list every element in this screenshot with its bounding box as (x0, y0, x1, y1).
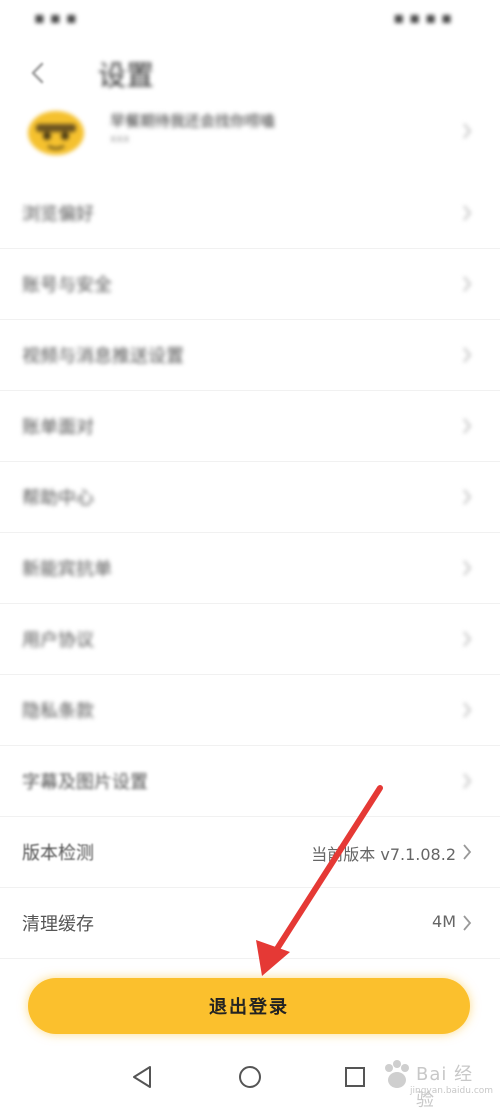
settings-row-label: 字幕及图片设置 (22, 772, 148, 793)
chevron-right-icon (462, 204, 472, 222)
settings-row-billing[interactable]: 账单面对 (0, 391, 500, 462)
paw-icon (385, 1060, 409, 1088)
chevron-right-icon (462, 346, 472, 364)
back-icon[interactable] (24, 58, 52, 88)
chevron-right-icon (462, 914, 472, 932)
profile-row[interactable]: 早餐期待我还会找你唠嗑 xxx (0, 98, 500, 168)
settings-row-label: 用户协议 (22, 630, 94, 651)
settings-row-label: 新能宾抗单 (22, 559, 112, 580)
cache-size-value: 4M (432, 912, 456, 931)
nav-back-icon[interactable] (128, 1062, 158, 1092)
chevron-right-icon (462, 701, 472, 719)
settings-row-subtitle-image[interactable]: 字幕及图片设置 (0, 746, 500, 817)
settings-row-label: 隐私条款 (22, 701, 94, 722)
status-bar: ▪ ▪ ▪ ▪ ▪ ▪ ▪ (0, 0, 500, 38)
settings-row-help-center[interactable]: 帮助中心 (0, 462, 500, 533)
settings-row-label: 清理缓存 (22, 914, 94, 935)
chevron-right-icon (462, 559, 472, 577)
nav-recents-icon[interactable] (340, 1062, 370, 1092)
chevron-right-icon (462, 417, 472, 435)
chevron-right-icon (462, 488, 472, 506)
watermark: Bai 经验 jingyan.baidu.com (380, 1058, 493, 1111)
settings-row-label: 浏览偏好 (22, 204, 94, 225)
settings-row-clear-cache[interactable]: 清理缓存 4M (0, 888, 500, 959)
settings-list: 浏览偏好 账号与安全 视频与消息推送设置 账单面对 帮助中心 新能宾抗单 用户协… (0, 178, 500, 959)
chevron-right-icon (462, 122, 472, 140)
settings-row-account-security[interactable]: 账号与安全 (0, 249, 500, 320)
settings-row-video-push[interactable]: 视频与消息推送设置 (0, 320, 500, 391)
avatar (26, 106, 86, 156)
settings-row-feedback[interactable]: 新能宾抗单 (0, 533, 500, 604)
settings-row-privacy[interactable]: 隐私条款 (0, 675, 500, 746)
watermark-sub: jingyan.baidu.com (410, 1086, 494, 1096)
profile-name: 早餐期待我还会找你唠嗑 (110, 112, 276, 130)
settings-row-user-agreement[interactable]: 用户协议 (0, 604, 500, 675)
status-right-text: ▪ ▪ ▪ ▪ (393, 8, 452, 27)
settings-row-label: 版本检测 (22, 843, 94, 864)
chevron-right-icon (462, 275, 472, 293)
settings-row-label: 视频与消息推送设置 (22, 346, 184, 367)
settings-row-version-check[interactable]: 版本检测 当前版本 v7.1.08.2 (0, 817, 500, 888)
chevron-right-icon (462, 843, 472, 861)
settings-row-browse-preferences[interactable]: 浏览偏好 (0, 178, 500, 249)
profile-subtitle: xxx (110, 132, 130, 145)
page-title: 设置 (98, 59, 155, 92)
settings-row-label: 帮助中心 (22, 488, 94, 509)
status-left-text: ▪ ▪ ▪ (34, 8, 77, 27)
chevron-right-icon (462, 772, 472, 790)
version-value: 当前版本 v7.1.08.2 (311, 845, 456, 864)
header: 设置 (0, 48, 500, 98)
settings-row-label: 账号与安全 (22, 275, 112, 296)
chevron-right-icon (462, 630, 472, 648)
settings-row-label: 账单面对 (22, 417, 94, 438)
logout-button[interactable]: 退出登录 (28, 978, 470, 1034)
nav-home-icon[interactable] (235, 1062, 265, 1092)
